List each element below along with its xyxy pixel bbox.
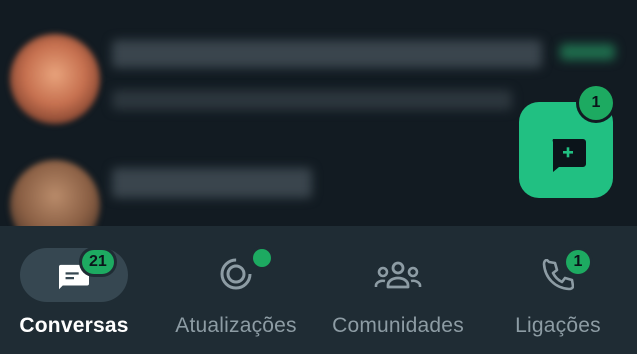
avatar[interactable] — [10, 160, 100, 226]
tab-ligacoes[interactable]: 1 Ligações — [473, 226, 637, 354]
status-icon — [220, 258, 252, 290]
tab-label: Conversas — [19, 314, 129, 337]
bottom-nav: 21 Conversas Atualizações Comunidades 1 … — [0, 226, 637, 354]
chat-preview-blurred — [112, 90, 512, 110]
tab-atualizacoes[interactable]: Atualizações — [148, 226, 323, 354]
tab-comunidades[interactable]: Comunidades — [323, 226, 473, 354]
tab-conversas[interactable]: 21 Conversas — [0, 226, 148, 354]
chat-time-blurred — [560, 44, 615, 60]
chat-name-blurred — [112, 168, 312, 198]
tab-label: Ligações — [515, 314, 601, 337]
avatar[interactable] — [10, 34, 100, 124]
unread-badge: 21 — [82, 250, 114, 274]
communities-icon — [374, 261, 422, 289]
fab-badge: 1 — [579, 86, 613, 120]
missed-calls-badge: 1 — [566, 250, 590, 274]
updates-dot — [253, 249, 271, 267]
tab-label: Atualizações — [175, 314, 297, 337]
tab-label: Comunidades — [332, 314, 464, 337]
chat-name-blurred — [112, 40, 542, 68]
